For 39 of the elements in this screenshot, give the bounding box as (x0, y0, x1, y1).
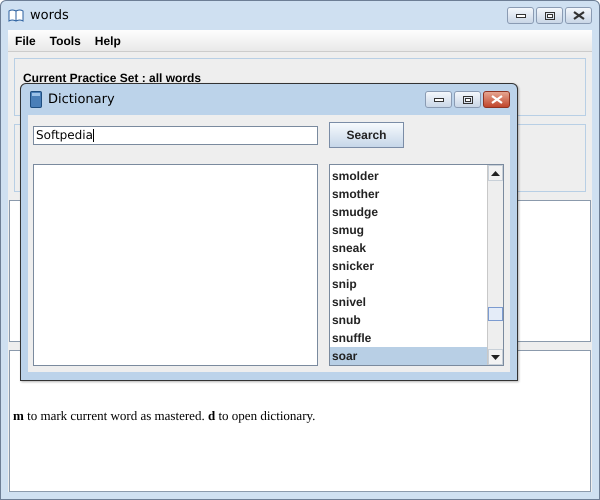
window-title: words (30, 8, 69, 23)
scroll-down-button[interactable] (488, 349, 503, 365)
word-item[interactable]: snub (330, 311, 487, 329)
word-item[interactable]: smudge (330, 203, 487, 221)
word-item[interactable]: snuffle (330, 329, 487, 347)
practice-set-label: Current Practice Set : all words (23, 71, 202, 85)
close-button[interactable] (483, 91, 510, 108)
minimize-button[interactable] (425, 91, 452, 108)
maximize-button[interactable] (536, 7, 563, 24)
scroll-up-button[interactable] (488, 165, 503, 181)
menu-item[interactable]: Help (90, 32, 126, 50)
word-item[interactable]: smug (330, 221, 487, 239)
book-icon (30, 91, 42, 108)
scroll-thumb[interactable] (488, 307, 503, 321)
word-item[interactable]: snivel (330, 293, 487, 311)
close-button[interactable] (565, 7, 592, 24)
book-icon (8, 9, 24, 22)
minimize-icon (434, 98, 444, 102)
up-arrow-icon (491, 170, 500, 176)
search-field[interactable]: Softpedia (33, 126, 318, 144)
dialog-title: Dictionary (48, 92, 115, 107)
close-icon (490, 95, 502, 104)
maximize-icon (544, 12, 554, 20)
minimize-icon (516, 14, 526, 18)
word-item[interactable]: sneak (330, 239, 487, 257)
word-item[interactable]: snip (330, 275, 487, 293)
word-item[interactable]: smother (330, 185, 487, 203)
hint-text: m to mark current word as mastered. d to open dictionary. (13, 408, 316, 423)
word-item[interactable]: snicker (330, 257, 487, 275)
word-item[interactable]: soar (330, 347, 487, 365)
maximize-button[interactable] (454, 91, 481, 108)
maximize-icon (462, 96, 472, 104)
search-button[interactable]: Search (329, 122, 404, 148)
menu-item[interactable]: File (10, 32, 41, 50)
close-icon (572, 11, 584, 20)
minimize-button[interactable] (507, 7, 534, 24)
down-arrow-icon (491, 354, 500, 360)
menu-item[interactable]: Tools (44, 32, 86, 50)
word-item[interactable]: smolder (330, 167, 487, 185)
